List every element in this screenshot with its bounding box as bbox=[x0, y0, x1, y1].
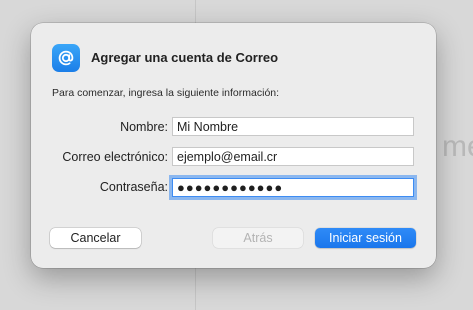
background-partial-text: me bbox=[442, 130, 473, 163]
email-label: Correo electrónico: bbox=[62, 150, 168, 164]
sign-in-button[interactable]: Iniciar sesión bbox=[315, 228, 416, 248]
at-sign-icon bbox=[52, 44, 80, 72]
dialog-subtitle: Para comenzar, ingresa la siguiente info… bbox=[52, 87, 280, 99]
dialog-title: Agregar una cuenta de Correo bbox=[91, 50, 279, 65]
add-account-dialog: Agregar una cuenta de Correo Para comenz… bbox=[31, 23, 436, 268]
back-button[interactable]: Atrás bbox=[213, 228, 303, 248]
name-field[interactable] bbox=[172, 117, 414, 136]
name-label: Nombre: bbox=[120, 120, 168, 134]
password-field[interactable] bbox=[172, 178, 414, 197]
cancel-button[interactable]: Cancelar bbox=[50, 228, 141, 248]
email-field[interactable] bbox=[172, 147, 414, 166]
password-label: Contraseña: bbox=[99, 180, 168, 194]
